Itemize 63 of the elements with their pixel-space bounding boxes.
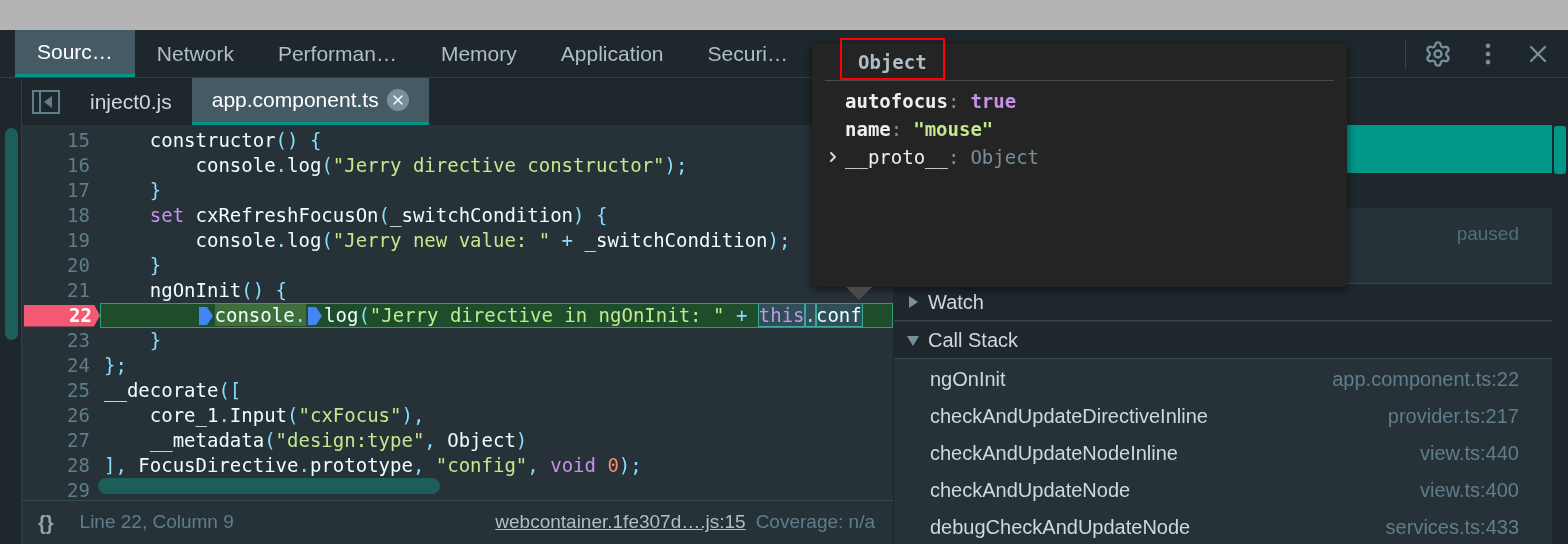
property-separator: : <box>947 144 960 168</box>
code-text: log("Jerry directive in ngOnInit: " + this.conf <box>324 304 862 327</box>
scrollbar-thumb[interactable] <box>1554 126 1566 174</box>
sidebar-toggle-icon[interactable] <box>32 89 60 114</box>
frame-location: app.component.ts:22 <box>1332 366 1519 392</box>
cursor-position: Line 22, Column 9 <box>79 510 234 535</box>
call-frame-row[interactable]: debugCheckAndUpdateNode services.ts:433 <box>894 508 1552 544</box>
code-text: set cxRefreshFocusOn(_switchCondition) { <box>148 203 608 228</box>
frame-function: ngOnInit <box>930 366 1006 392</box>
close-icon[interactable] <box>386 89 409 111</box>
source-link[interactable]: webcontainer.1fe307d….js:15 <box>495 508 746 537</box>
popover-arrow <box>846 287 872 300</box>
popover-title: Object <box>840 37 945 80</box>
panel-tab[interactable]: Memory <box>418 30 539 77</box>
code-text: __metadata("design:type", Object) <box>148 428 528 453</box>
property-separator: : <box>947 88 960 114</box>
frame-location: provider.ts:217 <box>1387 403 1519 429</box>
pretty-print-button[interactable]: {} <box>38 507 54 538</box>
panel-tab[interactable]: Sourc… <box>15 30 135 77</box>
property-separator: : <box>890 116 903 142</box>
property-name: __proto__ <box>845 144 948 171</box>
status-text: paused <box>1456 222 1519 246</box>
frame-function: checkAndUpdateNodeInline <box>930 440 1178 466</box>
code-text: } <box>148 178 162 203</box>
section-header[interactable]: Watch <box>894 284 1552 321</box>
call-frame-row[interactable]: checkAndUpdateNodeInline view.ts:440 <box>894 434 1552 471</box>
property-value: "mouse" <box>913 116 994 142</box>
property-value: true <box>970 88 1017 114</box>
scrollbar-thumb[interactable] <box>5 128 18 340</box>
horizontal-scrollbar-thumb[interactable] <box>98 478 440 494</box>
code-text: console. <box>214 304 307 327</box>
property-name: name <box>845 116 891 142</box>
code-text: ], FocusDirective.prototype, "config", void 0); <box>104 453 642 478</box>
code-text: } <box>148 253 162 278</box>
file-tab[interactable]: app.component.ts <box>191 78 429 125</box>
call-frame-row[interactable]: checkAndUpdateNode view.ts:400 <box>894 471 1552 508</box>
frame-location: services.ts:433 <box>1385 514 1519 540</box>
call-frame-row[interactable]: checkAndUpdateDirectiveInline provider.ts:217 <box>894 397 1552 434</box>
settings-icon[interactable] <box>1424 39 1452 68</box>
code-text: console.log("Jerry directive constructor"); <box>194 153 688 178</box>
frame-function: debugCheckAndUpdateNode <box>930 514 1191 540</box>
frame-function: checkAndUpdateNode <box>930 477 1131 503</box>
panel-tab[interactable]: Application <box>538 30 686 77</box>
code-text: constructor() { <box>148 128 322 153</box>
frame-location: view.ts:400 <box>1420 477 1519 503</box>
breakpoint-marker-icon[interactable] <box>307 305 324 326</box>
code-text: ngOnInit() { <box>148 278 288 303</box>
property-name: autofocus <box>845 88 948 114</box>
code-text: } <box>148 328 162 353</box>
frame-location: view.ts:440 <box>1420 440 1519 466</box>
panel-tab[interactable]: Performan… <box>255 30 419 77</box>
property-value: Object <box>970 144 1040 170</box>
panel-tab[interactable]: Network <box>134 30 256 77</box>
code-text: }; <box>104 353 127 378</box>
file-tab[interactable]: inject0.js <box>70 78 192 125</box>
code-text: __decorate([ <box>104 378 242 403</box>
frame-function: checkAndUpdateDirectiveInline <box>930 403 1208 429</box>
coverage-label: Coverage: n/a <box>755 510 875 535</box>
call-frame-row[interactable]: ngOnInit app.component.ts:22 <box>894 360 1552 397</box>
code-text: console.log("Jerry new value: " + _switchCondition); <box>194 228 791 253</box>
code-text: core_1.Input("cxFocus"), <box>148 403 425 428</box>
panel-tab[interactable]: Securi… <box>685 30 811 77</box>
section-header[interactable]: Call Stack <box>894 322 1552 359</box>
